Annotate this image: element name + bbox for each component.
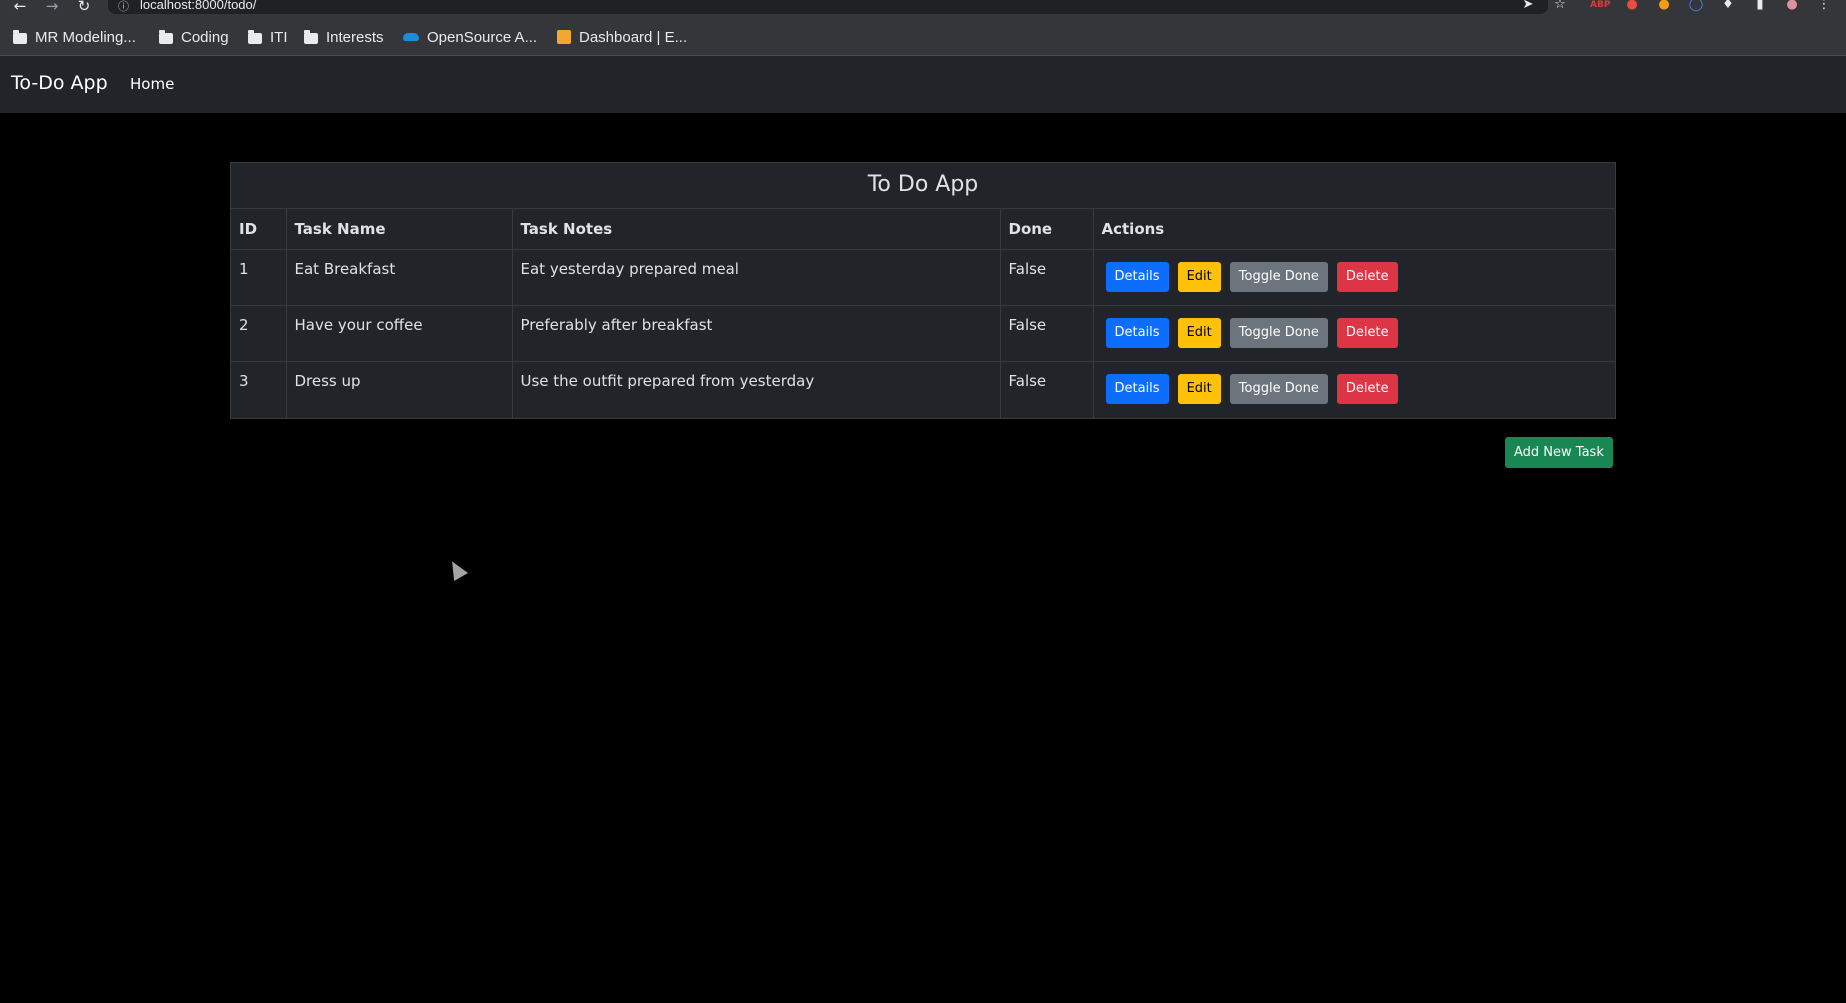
package-icon <box>557 30 571 44</box>
cell-task-notes: Preferably after breakfast <box>512 305 1001 362</box>
cell-task-notes: Use the outfit prepared from yesterday <box>512 361 1001 418</box>
side-panel-icon[interactable]: ▮ <box>1750 0 1770 13</box>
send-icon[interactable]: ➤ <box>1518 0 1538 13</box>
forward-icon[interactable]: → <box>42 0 62 14</box>
back-icon[interactable]: ← <box>10 0 30 14</box>
bookmark-iti[interactable]: ITI <box>248 27 288 47</box>
edit-button[interactable]: Edit <box>1177 262 1221 292</box>
menu-icon[interactable]: ⋮ <box>1814 0 1834 13</box>
bookmark-interests[interactable]: Interests <box>304 27 384 47</box>
column-header-task-name: Task Name <box>286 209 513 250</box>
avatar[interactable]: ● <box>1782 0 1802 13</box>
cell-actions: Details Edit Toggle Done Delete <box>1093 362 1615 418</box>
toggle-done-button[interactable]: Toggle Done <box>1229 262 1328 292</box>
column-header-task-notes: Task Notes <box>512 209 1001 250</box>
table-row: 3 Dress up Use the outfit prepared from … <box>231 361 1615 418</box>
bookmark-dashboard[interactable]: Dashboard | E... <box>557 27 687 47</box>
table-row: 1 Eat Breakfast Eat yesterday prepared m… <box>231 249 1615 306</box>
cell-id: 2 <box>231 305 287 362</box>
mouse-cursor-icon <box>445 557 468 581</box>
cell-id: 3 <box>231 361 287 418</box>
puzzle-icon[interactable]: ♦ <box>1718 0 1738 13</box>
bookmark-opensource[interactable]: OpenSource A... <box>403 27 537 47</box>
delete-button[interactable]: Delete <box>1336 262 1398 292</box>
folder-icon <box>248 29 262 44</box>
cell-task-name: Dress up <box>286 361 513 418</box>
bookmark-label: ITI <box>270 28 288 46</box>
cell-id: 1 <box>231 249 287 306</box>
star-icon[interactable]: ☆ <box>1550 0 1570 13</box>
url-text: localhost:8000/todo/ <box>140 0 257 12</box>
nav-link-home[interactable]: Home <box>130 75 174 93</box>
cell-task-name: Eat Breakfast <box>286 249 513 306</box>
adblock-icon[interactable]: ABP <box>1590 0 1610 13</box>
toggle-done-button[interactable]: Toggle Done <box>1229 374 1328 404</box>
app-navbar: To-Do App Home <box>0 56 1846 113</box>
delete-button[interactable]: Delete <box>1336 374 1398 404</box>
bookmark-label: MR Modeling... <box>35 28 136 46</box>
browser-toolbar: ← → ↻ ⓘ localhost:8000/todo/ ➤ ☆ ABP ● ●… <box>0 0 1846 18</box>
cell-done: False <box>1000 361 1094 418</box>
edit-button[interactable]: Edit <box>1177 318 1221 348</box>
cell-done: False <box>1000 305 1094 362</box>
cloud-icon <box>403 33 419 41</box>
table-row: 2 Have your coffee Preferably after brea… <box>231 305 1615 362</box>
details-button[interactable]: Details <box>1105 374 1169 404</box>
folder-icon <box>304 29 318 44</box>
bookmark-label: Interests <box>326 28 384 46</box>
toggle-done-button[interactable]: Toggle Done <box>1229 318 1328 348</box>
table-caption: To Do App <box>231 163 1615 209</box>
color-extension-icon[interactable]: ◯ <box>1686 0 1706 13</box>
reload-icon[interactable]: ↻ <box>74 0 94 14</box>
alert-extension-icon[interactable]: ● <box>1622 0 1642 13</box>
bookmark-label: Coding <box>181 28 229 46</box>
address-bar[interactable]: ⓘ localhost:8000/todo/ <box>108 0 1548 14</box>
cell-actions: Details Edit Toggle Done Delete <box>1093 249 1615 306</box>
cell-task-name: Have your coffee <box>286 305 513 362</box>
extension-icon[interactable]: ● <box>1654 0 1674 13</box>
details-button[interactable]: Details <box>1105 318 1169 348</box>
navbar-brand[interactable]: To-Do App <box>11 72 108 94</box>
bookmarks-bar: MR Modeling... Coding ITI Interests Open… <box>0 18 1846 56</box>
todo-table: To Do App ID Task Name Task Notes Done A… <box>230 162 1616 419</box>
folder-icon <box>13 29 27 44</box>
cell-task-notes: Eat yesterday prepared meal <box>512 249 1001 306</box>
table-header-row: ID Task Name Task Notes Done Actions <box>231 209 1615 250</box>
delete-button[interactable]: Delete <box>1336 318 1398 348</box>
column-header-id: ID <box>231 209 287 250</box>
column-header-actions: Actions <box>1093 209 1615 250</box>
cell-done: False <box>1000 249 1094 306</box>
column-header-done: Done <box>1000 209 1094 250</box>
bookmark-label: OpenSource A... <box>427 28 538 46</box>
bookmark-label: Dashboard | E... <box>579 28 688 46</box>
bookmark-coding[interactable]: Coding <box>159 27 229 47</box>
bookmark-mr-modeling[interactable]: MR Modeling... <box>13 27 136 47</box>
folder-icon <box>159 29 173 44</box>
add-new-task-button[interactable]: Add New Task <box>1505 437 1613 468</box>
site-info-icon[interactable]: ⓘ <box>118 0 129 14</box>
cell-actions: Details Edit Toggle Done Delete <box>1093 305 1615 362</box>
details-button[interactable]: Details <box>1105 262 1169 292</box>
edit-button[interactable]: Edit <box>1177 374 1221 404</box>
